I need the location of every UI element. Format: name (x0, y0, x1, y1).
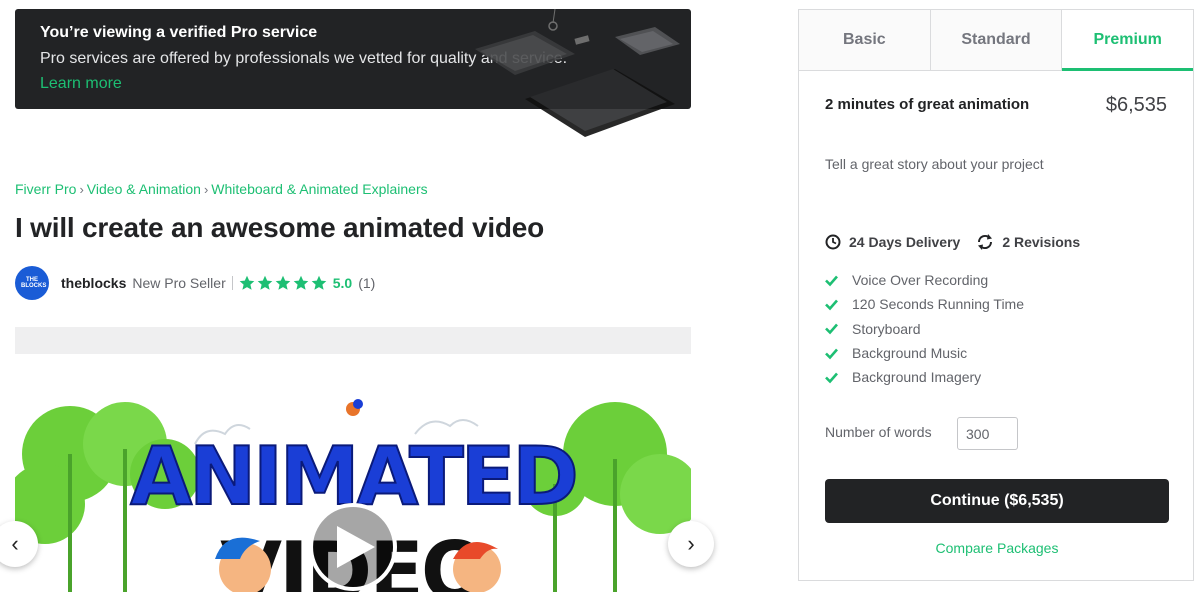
seller-name[interactable]: theblocks (61, 275, 126, 291)
feature-item: 120 Seconds Running Time (825, 292, 1024, 316)
star-icon (293, 275, 309, 290)
words-input[interactable] (957, 417, 1018, 450)
feature-label: 120 Seconds Running Time (852, 296, 1024, 313)
check-icon (825, 275, 838, 287)
feature-item: Background Music (825, 341, 1024, 365)
feature-item: Storyboard (825, 317, 1024, 341)
star-icon (239, 275, 255, 290)
feature-item: Voice Over Recording (825, 268, 1024, 292)
feature-item: Background Imagery (825, 365, 1024, 389)
chevron-right-icon: › (79, 181, 84, 197)
pro-banner-title: You’re viewing a verified Pro service (40, 24, 318, 41)
tab-premium[interactable]: Premium (1062, 10, 1194, 71)
divider (231, 276, 233, 290)
feature-label: Voice Over Recording (852, 272, 989, 289)
gig-title: I will create an awesome animated video (15, 212, 545, 243)
revisions-icon (978, 234, 993, 250)
delivery-time: 24 Days Delivery (849, 234, 961, 250)
package-heading: 2 minutes of great animation (825, 96, 1030, 113)
star-icon (311, 275, 327, 290)
feature-label: Background Music (852, 345, 968, 362)
check-icon (825, 348, 838, 359)
compare-packages-link[interactable]: Compare Packages (799, 540, 1195, 556)
pro-devices-illustration (475, 9, 680, 137)
revisions-count: 2 Revisions (1002, 234, 1081, 250)
avatar-text: THE BLOCKS (21, 277, 47, 289)
package-panel: Basic Standard Premium 2 minutes of grea… (798, 9, 1194, 581)
feature-list: Voice Over Recording 120 Seconds Running … (825, 268, 1024, 389)
gig-gallery[interactable]: ANIMATED VIDEO (15, 327, 691, 592)
breadcrumb-whiteboard[interactable]: Whiteboard & Animated Explainers (211, 181, 427, 197)
words-label: Number of words (825, 424, 932, 440)
tab-standard[interactable]: Standard (930, 10, 1063, 70)
gallery-next-button[interactable]: › (668, 521, 714, 567)
chevron-right-icon: › (687, 531, 695, 556)
check-icon (825, 323, 838, 335)
chevron-left-icon: ‹ (11, 531, 19, 556)
check-icon (825, 299, 838, 311)
package-price: $6,535 (1105, 94, 1167, 116)
pro-banner: You’re viewing a verified Pro service Pr… (15, 9, 691, 137)
breadcrumb-fiverr-pro[interactable]: Fiverr Pro (15, 181, 76, 197)
seller-level: New Pro Seller (132, 275, 226, 291)
check-icon (825, 372, 838, 384)
seller-row: THE BLOCKS theblocks New Pro Seller 5.0 … (15, 266, 375, 300)
star-icon (275, 275, 291, 290)
review-count[interactable]: (1) (358, 275, 375, 291)
avatar[interactable]: THE BLOCKS (15, 266, 49, 300)
chevron-right-icon: › (203, 181, 209, 197)
learn-more-link[interactable]: Learn more (40, 75, 122, 93)
star-rating (239, 275, 327, 291)
feature-label: Storyboard (852, 320, 921, 337)
breadcrumb: Fiverr Pro › Video & Animation › Whitebo… (15, 181, 428, 197)
package-description: Tell a great story about your project (825, 156, 1044, 172)
package-tabs: Basic Standard Premium (799, 10, 1194, 71)
gallery-image: ANIMATED VIDEO (15, 399, 691, 592)
breadcrumb-video-animation[interactable]: Video & Animation (87, 181, 201, 197)
continue-button[interactable]: Continue ($6,535) (825, 479, 1169, 523)
tab-basic[interactable]: Basic (799, 10, 931, 70)
feature-label: Background Imagery (852, 369, 982, 386)
gallery-top-strip (15, 327, 691, 354)
delivery-info: 24 Days Delivery 2 Revisions (825, 234, 1080, 250)
clock-icon (825, 234, 841, 250)
play-button[interactable] (309, 503, 397, 591)
rating-score: 5.0 (332, 275, 353, 291)
star-icon (257, 275, 273, 290)
